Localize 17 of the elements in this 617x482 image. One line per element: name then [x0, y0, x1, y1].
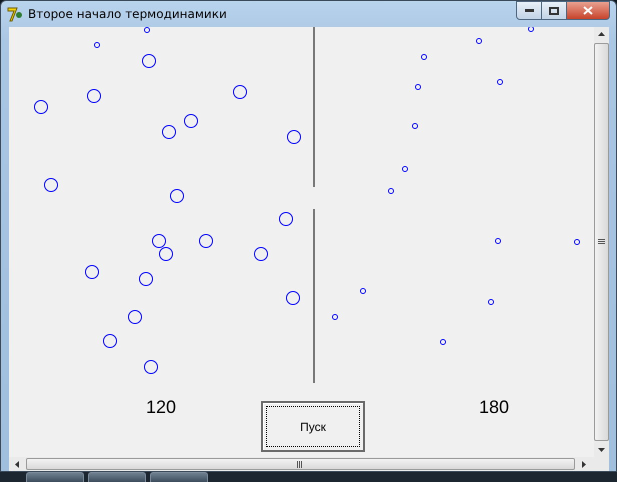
close-button[interactable] — [566, 1, 610, 20]
close-icon — [583, 6, 593, 15]
minimize-icon — [524, 9, 534, 12]
minimize-button[interactable] — [516, 1, 542, 20]
taskbar-item[interactable] — [88, 472, 146, 482]
grip-icon — [297, 460, 304, 468]
horizontal-scrollbar[interactable] — [9, 457, 592, 471]
vertical-scrollbar[interactable] — [594, 27, 609, 458]
start-button[interactable]: Пуск — [261, 401, 365, 452]
maximize-icon — [549, 6, 559, 14]
taskbar-item[interactable] — [150, 472, 208, 482]
maximize-button[interactable] — [541, 1, 567, 20]
left-count: 120 — [145, 397, 178, 418]
right-count: 180 — [478, 397, 510, 418]
window-title: Второе начало термодинамики — [28, 7, 228, 22]
grip-icon — [598, 239, 605, 246]
app-icon — [7, 6, 23, 22]
